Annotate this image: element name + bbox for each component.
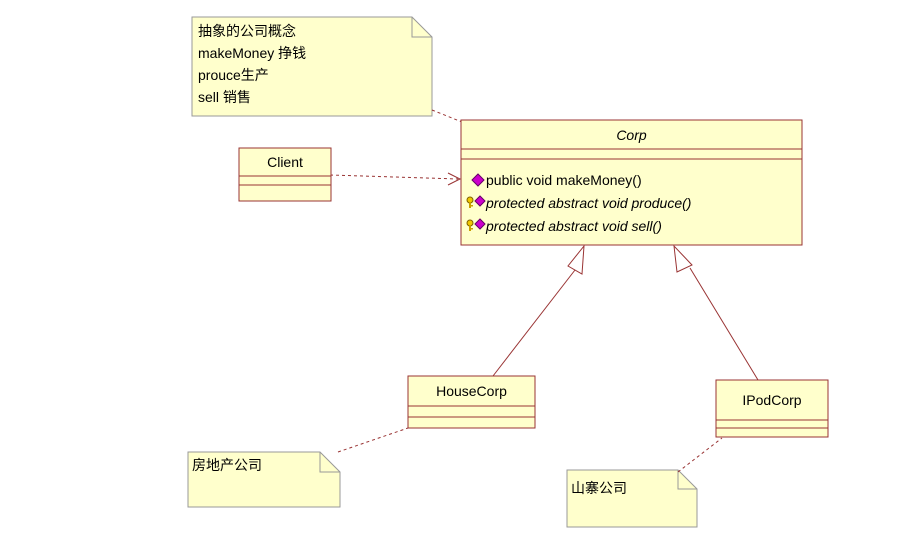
corp-note-line-3: prouce生产 <box>198 67 269 83</box>
generalization-arrowhead-housecorp <box>567 244 585 275</box>
uml-class-diagram <box>187 16 829 528</box>
protected-method-key-icon <box>466 218 486 231</box>
corp-method-sell[interactable]: protected abstract void sell() <box>486 217 662 236</box>
dependency-line <box>329 174 459 180</box>
corp-note-line-1: 抽象的公司概念 <box>198 23 296 39</box>
corp-note-line-4: sell 销售 <box>198 89 251 105</box>
note-anchor-house <box>337 427 409 453</box>
note-anchor-corp <box>431 109 463 123</box>
generalization-line-housecorp <box>492 269 576 377</box>
class-client-name: Client <box>267 154 303 170</box>
corp-note-line-2: makeMoney 挣钱 <box>198 45 307 61</box>
generalization-line-ipodcorp <box>689 267 759 381</box>
house-note-text: 房地产公司 <box>192 457 262 473</box>
class-ipodcorp-name: IPodCorp <box>742 392 802 408</box>
corp-method-makemoney[interactable]: public void makeMoney() <box>486 171 642 190</box>
ipod-note-text: 山寨公司 <box>571 480 627 496</box>
corp-method-produce[interactable]: protected abstract void produce() <box>486 194 691 213</box>
class-corp-name: Corp <box>616 127 647 143</box>
public-method-icon <box>471 173 485 187</box>
generalization-arrowhead-ipodcorp <box>673 244 693 273</box>
note-anchor-ipod <box>677 437 723 473</box>
dependency-arrowhead <box>447 172 462 186</box>
protected-method-key-icon <box>466 195 486 208</box>
class-housecorp-name: HouseCorp <box>436 383 507 399</box>
